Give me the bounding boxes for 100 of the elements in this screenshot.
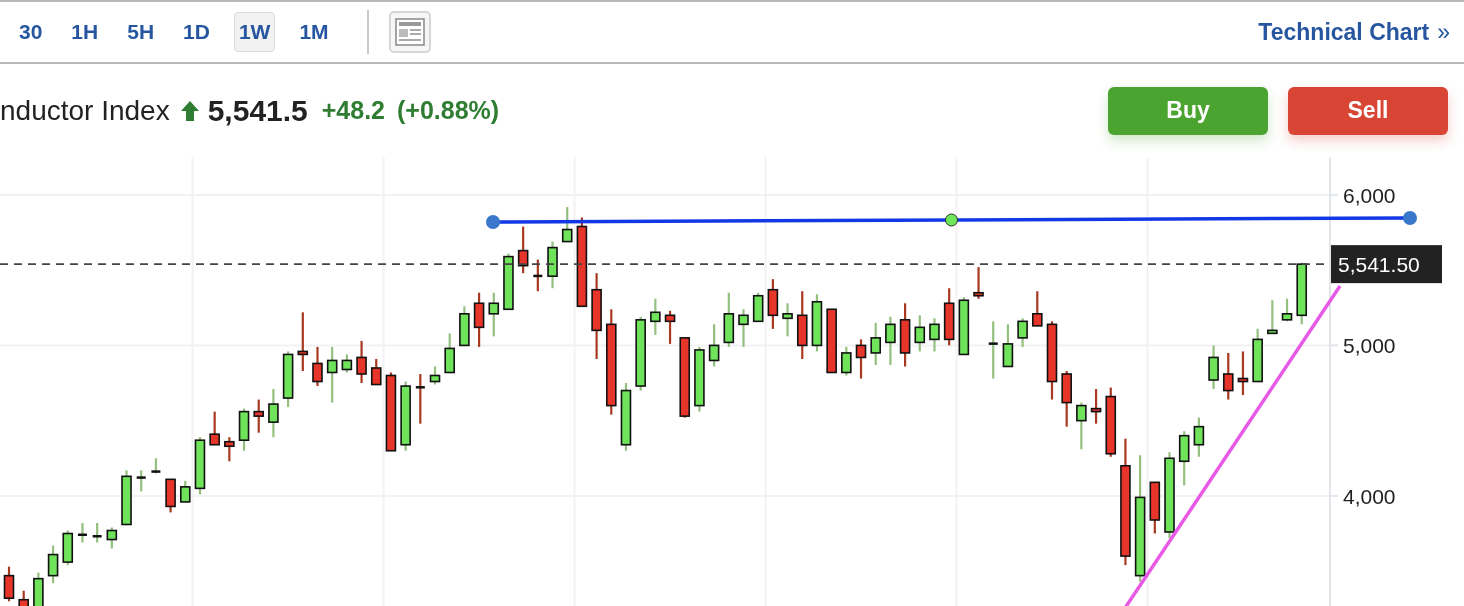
candle: [826, 308, 837, 374]
interval-tab[interactable]: 5H: [122, 12, 160, 52]
candle: [708, 324, 720, 367]
trend-line[interactable]: [1123, 285, 1342, 606]
technical-chart-link[interactable]: Technical Chart: [1258, 18, 1430, 46]
candle: [3, 566, 15, 602]
candle: [1208, 345, 1219, 390]
candle: [752, 292, 764, 323]
candle: [1149, 481, 1161, 534]
candle: [356, 340, 367, 384]
interval-tab[interactable]: 1H: [66, 12, 104, 52]
candle: [870, 322, 881, 365]
candle: [33, 572, 44, 606]
candle: [782, 303, 793, 337]
candle: [238, 408, 250, 451]
candle: [106, 527, 118, 549]
candle: [664, 310, 676, 344]
candle: [1076, 402, 1087, 450]
candle: [121, 470, 132, 526]
candle: [459, 306, 470, 347]
candle: [503, 253, 514, 311]
candle: [1193, 417, 1205, 457]
sell-button[interactable]: Sell: [1288, 86, 1448, 135]
axis-label: 4,000: [1343, 484, 1396, 508]
candle: [341, 354, 353, 373]
candle: [533, 259, 543, 292]
candle: [899, 303, 911, 367]
candle: [1296, 262, 1307, 325]
candle: [18, 590, 29, 606]
candle: [1032, 291, 1043, 327]
candle: [796, 291, 808, 359]
candle: [1017, 318, 1028, 347]
candle: [444, 333, 455, 374]
candle: [282, 351, 294, 408]
candle: [547, 241, 558, 289]
trend-line[interactable]: [486, 211, 1417, 229]
candle: [370, 358, 382, 386]
candle: [1090, 389, 1102, 424]
candle: [767, 279, 779, 329]
candle: [929, 318, 940, 352]
candle: [136, 470, 146, 492]
interval-tab[interactable]: 1M: [294, 12, 334, 52]
candle: [1222, 352, 1234, 400]
candle: [77, 523, 87, 543]
candle: [253, 399, 265, 433]
candle: [841, 346, 852, 376]
axis-label: 5,000: [1343, 334, 1396, 358]
price: 5,541.5: [207, 93, 308, 128]
change: +48.2: [321, 96, 386, 125]
change-percent: (+0.88%): [397, 96, 500, 125]
interval-tab[interactable]: 1W: [233, 12, 276, 52]
candle: [517, 226, 529, 274]
candle: [92, 523, 102, 543]
candle: [561, 206, 573, 243]
price-tag: 5,541.50: [1331, 245, 1442, 284]
candle: [473, 292, 485, 347]
candle: [988, 321, 998, 379]
candle: [415, 374, 425, 424]
candle: [811, 294, 823, 352]
candle: [738, 309, 749, 347]
candle: [62, 530, 74, 566]
candle: [1002, 324, 1014, 368]
layout-button[interactable]: [388, 11, 431, 53]
chevron-icon: »: [1437, 18, 1450, 46]
candle: [914, 315, 926, 352]
candle: [1061, 371, 1072, 427]
candle: [885, 316, 896, 365]
index-name: nductor Index: [0, 94, 170, 127]
candle: [1105, 387, 1117, 457]
candle: [973, 267, 984, 299]
candle: [1252, 328, 1263, 383]
candle: [400, 381, 411, 451]
candle: [312, 346, 323, 387]
candle: [194, 437, 206, 495]
candle: [297, 312, 309, 371]
candle: [488, 292, 500, 337]
candle: [650, 298, 661, 335]
candle: [1281, 298, 1293, 322]
candle: [958, 297, 970, 356]
candle: [1267, 300, 1278, 335]
candle: [326, 346, 338, 403]
candle: [723, 292, 735, 347]
candle: [855, 339, 867, 379]
candle: [1178, 431, 1190, 486]
candle: [209, 411, 220, 446]
candle: [694, 346, 705, 412]
candle: [943, 288, 955, 346]
interval-tab[interactable]: 30: [14, 12, 48, 52]
axis-label: 6,000: [1343, 183, 1396, 207]
candle: [47, 545, 59, 584]
candle: [165, 478, 176, 513]
interval-tab[interactable]: 1D: [178, 12, 215, 52]
candle: [268, 389, 279, 438]
candle: [429, 366, 441, 385]
candle: [1237, 351, 1249, 396]
candle: [151, 458, 161, 474]
candle: [620, 383, 632, 451]
layout-icon: [394, 18, 425, 46]
candle: [224, 437, 235, 462]
candle: [180, 480, 191, 503]
